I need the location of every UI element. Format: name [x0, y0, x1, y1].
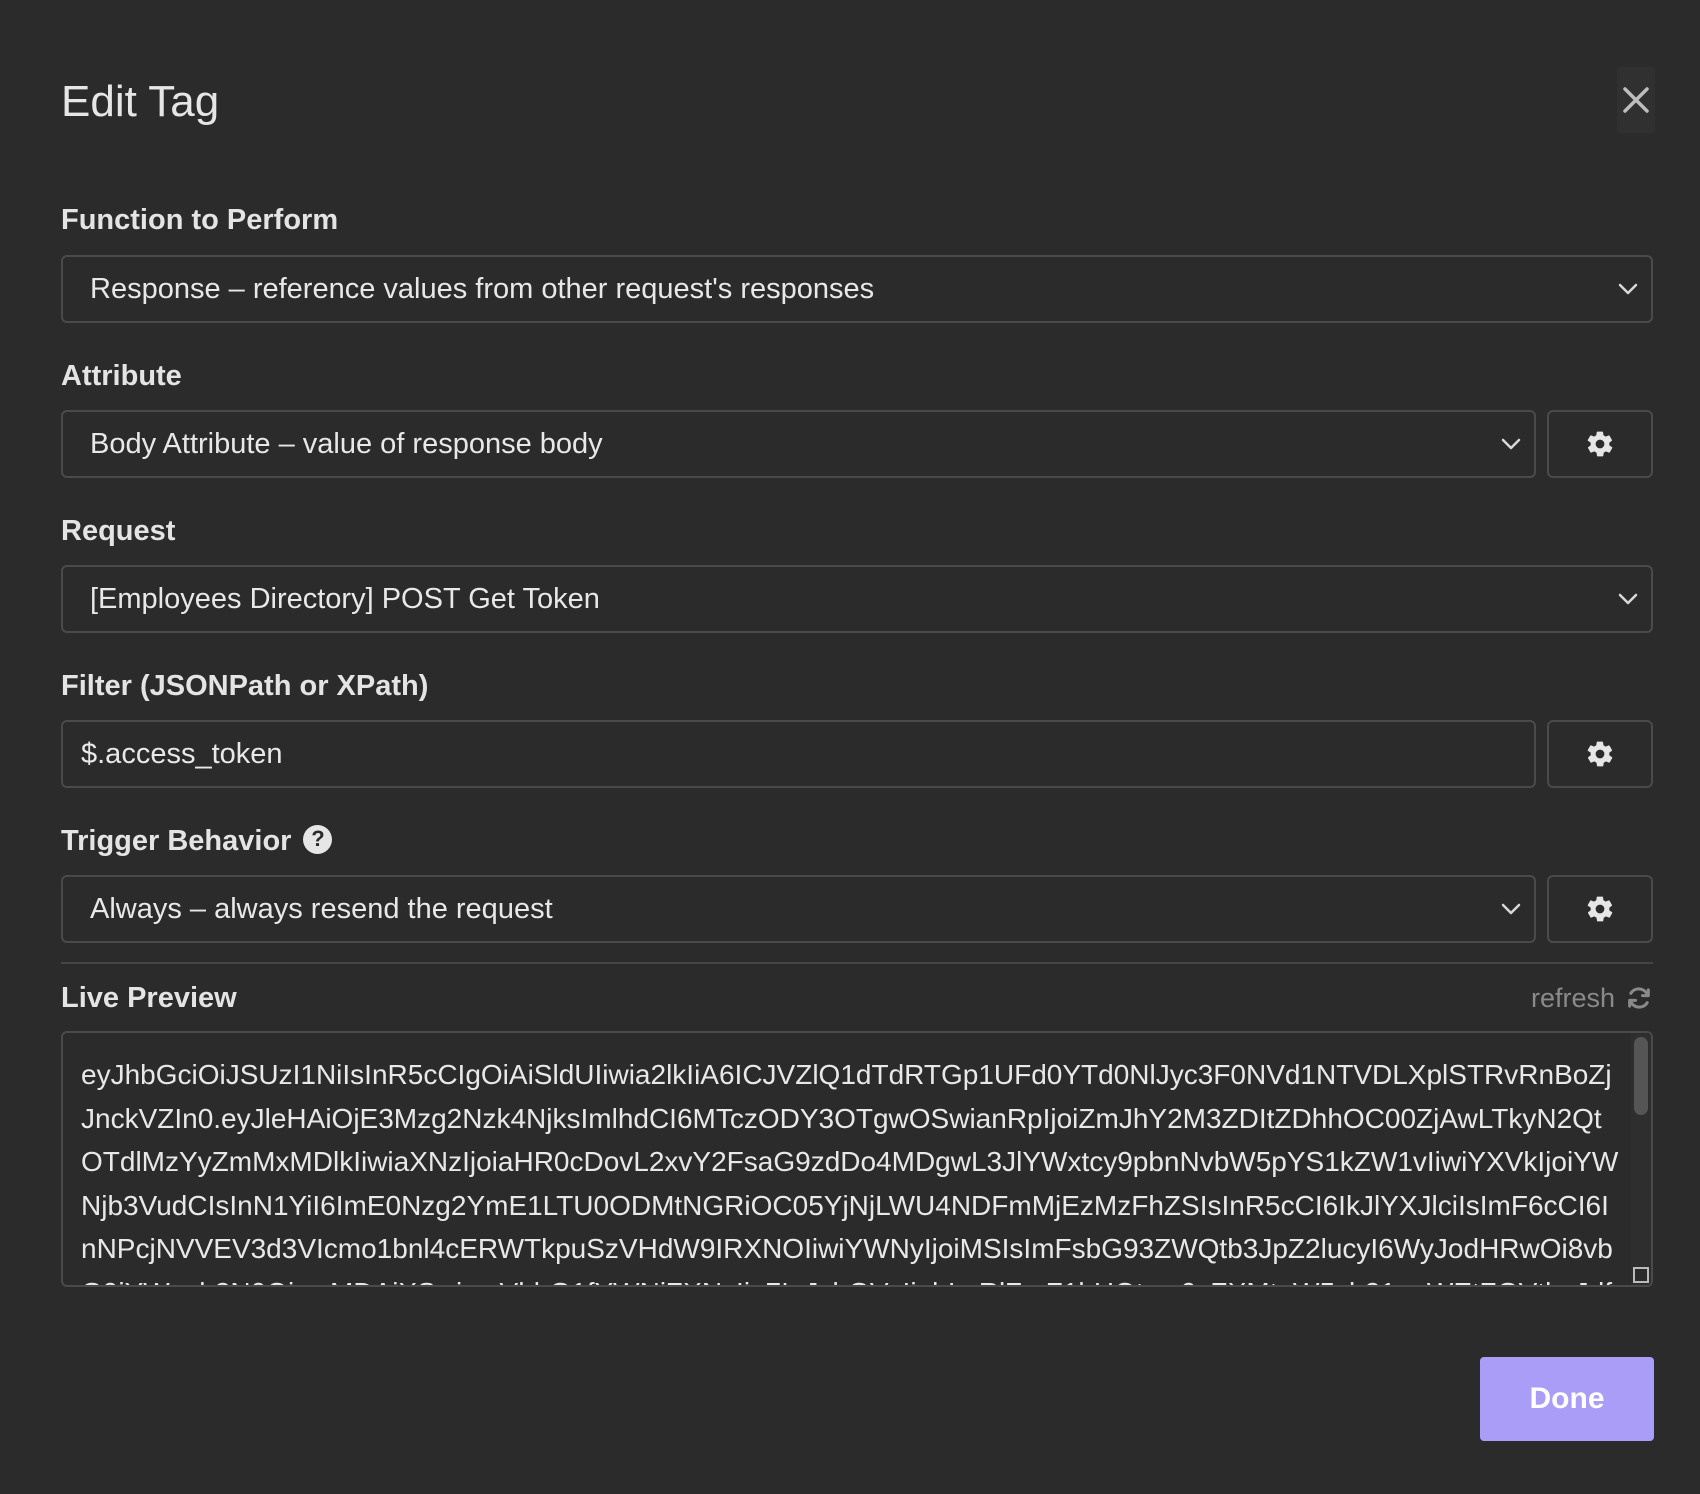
refresh-button[interactable]: refresh: [1531, 980, 1653, 1016]
close-icon: [1623, 87, 1649, 113]
trigger-settings-button[interactable]: [1547, 875, 1653, 943]
filter-input[interactable]: $.access_token: [61, 720, 1536, 788]
chevron-down-icon: [1501, 438, 1521, 450]
trigger-label-row: Trigger Behavior?: [61, 821, 333, 861]
trigger-select-value: Always – always resend the request: [90, 892, 553, 925]
live-preview-box[interactable]: eyJhbGciOiJSUzI1NiIsInR5cCIgOiAiSldUIiwi…: [61, 1031, 1653, 1287]
request-label: Request: [61, 515, 176, 547]
trigger-label: Trigger Behavior: [61, 825, 292, 857]
gear-icon: [1587, 431, 1613, 457]
gear-icon: [1587, 741, 1613, 767]
scrollbar[interactable]: [1631, 1033, 1651, 1285]
dialog-title: Edit Tag: [61, 77, 220, 126]
live-preview-label: Live Preview: [61, 982, 237, 1014]
function-label: Function to Perform: [61, 204, 339, 236]
done-button[interactable]: Done: [1480, 1357, 1654, 1441]
attribute-settings-button[interactable]: [1547, 410, 1653, 478]
scrollbar-thumb[interactable]: [1634, 1037, 1648, 1115]
edit-tag-dialog: Edit Tag Function to Perform Response – …: [0, 0, 1700, 1494]
chevron-down-icon: [1501, 903, 1521, 915]
chevron-down-icon: [1618, 283, 1638, 295]
refresh-label: refresh: [1530, 983, 1615, 1013]
filter-label: Filter (JSONPath or XPath): [61, 670, 429, 702]
request-select-value: [Employees Directory] POST Get Token: [90, 582, 600, 615]
attribute-select[interactable]: Body Attribute – value of response body: [61, 410, 1536, 478]
request-select[interactable]: [Employees Directory] POST Get Token: [61, 565, 1653, 633]
section-divider: [61, 962, 1653, 964]
filter-input-value: $.access_token: [81, 737, 283, 770]
resize-handle[interactable]: [1633, 1267, 1649, 1283]
close-button[interactable]: [1617, 67, 1655, 133]
attribute-select-value: Body Attribute – value of response body: [90, 427, 603, 460]
gear-icon: [1587, 896, 1613, 922]
live-preview-content: eyJhbGciOiJSUzI1NiIsInR5cCIgOiAiSldUIiwi…: [81, 1059, 1619, 1285]
trigger-select[interactable]: Always – always resend the request: [61, 875, 1536, 943]
function-select[interactable]: Response – reference values from other r…: [61, 255, 1653, 323]
attribute-label: Attribute: [61, 360, 182, 392]
refresh-icon: [1628, 987, 1650, 1009]
function-select-value: Response – reference values from other r…: [90, 272, 875, 305]
help-icon[interactable]: ?: [303, 824, 333, 854]
filter-settings-button[interactable]: [1547, 720, 1653, 788]
chevron-down-icon: [1618, 593, 1638, 605]
